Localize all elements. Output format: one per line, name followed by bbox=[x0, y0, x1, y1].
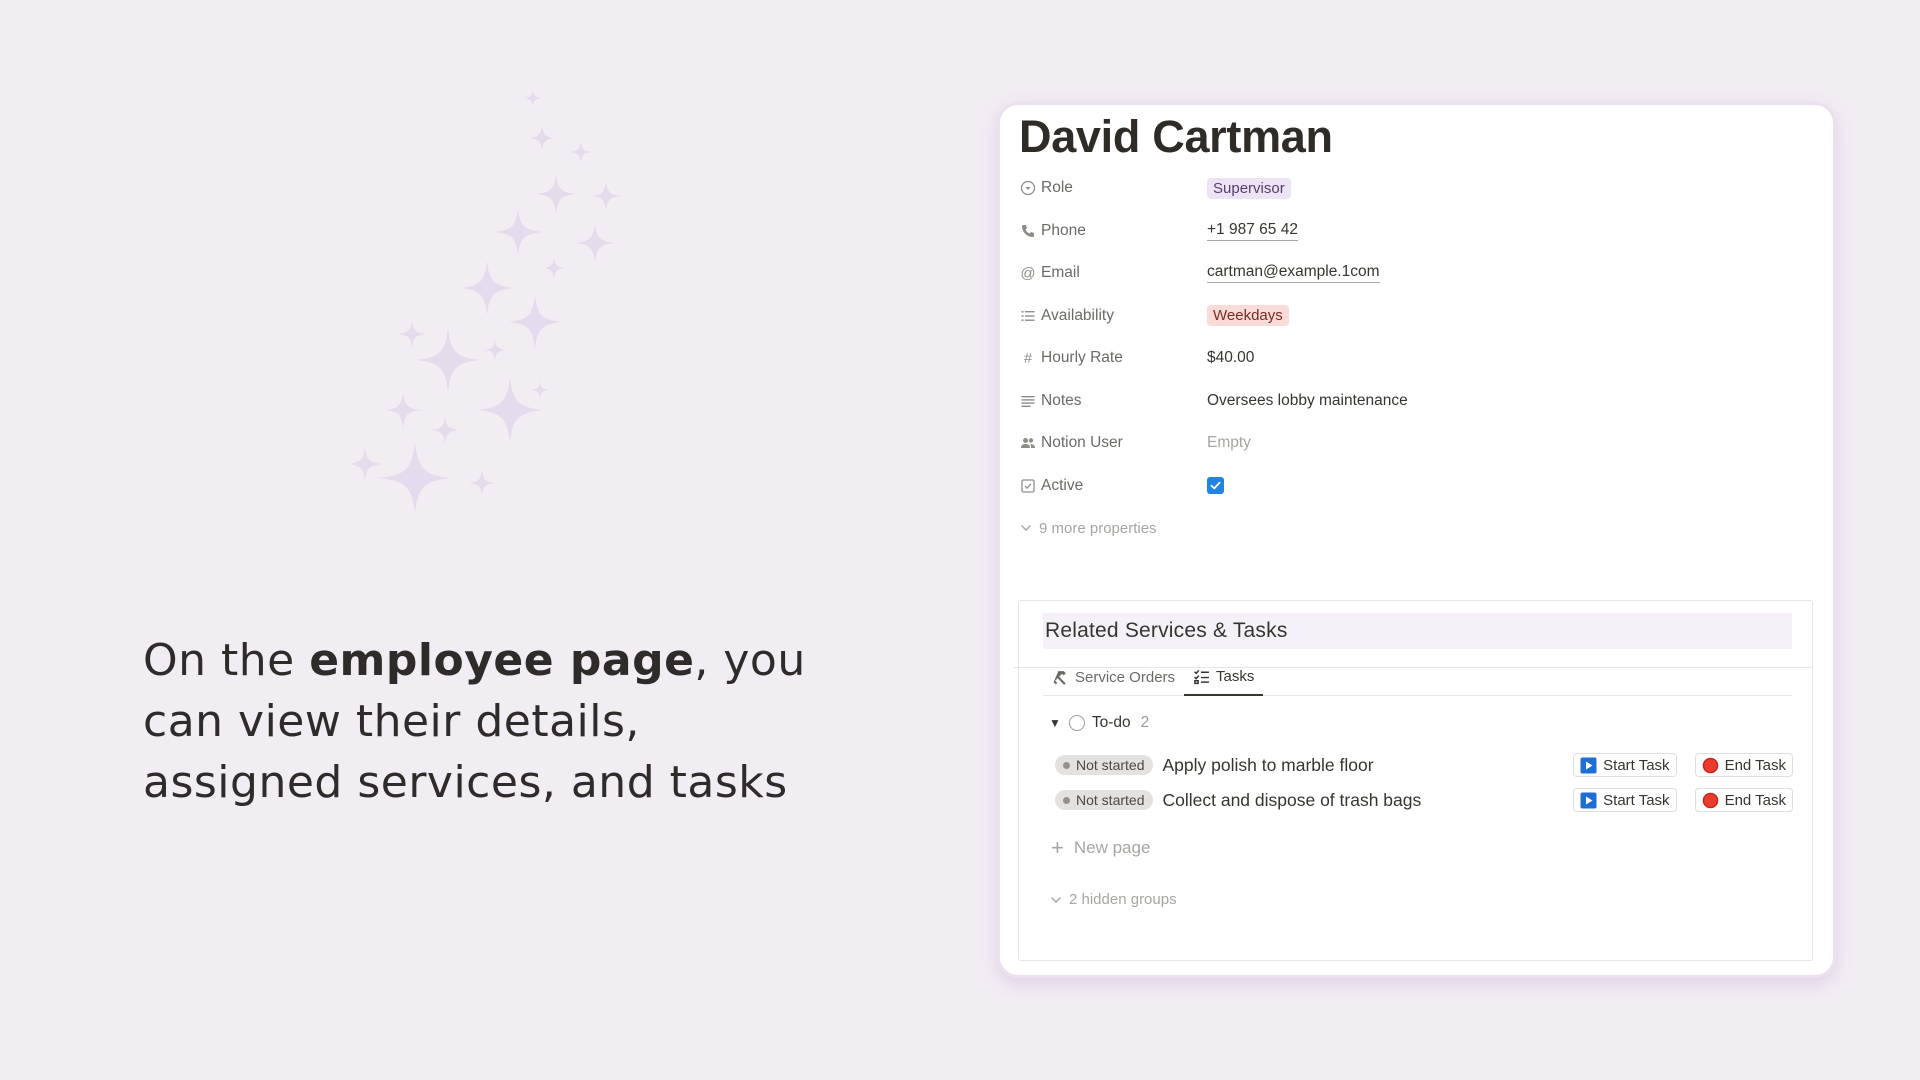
notion-user-value[interactable]: Empty bbox=[1207, 434, 1251, 452]
property-email[interactable]: @ Email cartman@example.1com bbox=[1019, 252, 1819, 295]
list-icon bbox=[1019, 307, 1037, 325]
email-value[interactable]: cartman@example.1com bbox=[1207, 263, 1380, 284]
group-header-to-do[interactable]: ▼ To-do 2 bbox=[1049, 714, 1149, 732]
check-icon bbox=[1210, 482, 1221, 490]
hidden-groups-label: 2 hidden groups bbox=[1069, 891, 1177, 908]
task-title[interactable]: Apply polish to marble floor bbox=[1162, 755, 1555, 776]
property-notes[interactable]: Notes Oversees lobby maintenance bbox=[1019, 380, 1819, 423]
tab-label: Tasks bbox=[1216, 667, 1255, 685]
status-circle-icon bbox=[1068, 715, 1085, 731]
group-label: To-do bbox=[1091, 714, 1131, 731]
property-label: Hourly Rate bbox=[1041, 349, 1123, 367]
role-tag[interactable]: Supervisor bbox=[1207, 177, 1291, 199]
property-availability[interactable]: Availability Weekdays bbox=[1019, 295, 1819, 338]
play-icon bbox=[1580, 757, 1597, 774]
people-icon bbox=[1019, 434, 1037, 452]
phone-icon bbox=[1019, 222, 1037, 240]
task-title[interactable]: Collect and dispose of trash bags bbox=[1162, 790, 1555, 811]
start-task-label: Start Task bbox=[1603, 756, 1670, 774]
property-label: Availability bbox=[1041, 306, 1114, 324]
view-tabs: Service Orders Tasks bbox=[1043, 658, 1792, 696]
hash-icon: # bbox=[1023, 349, 1033, 367]
property-notion-user[interactable]: Notion User Empty bbox=[1019, 422, 1819, 465]
group-count: 2 bbox=[1140, 714, 1150, 731]
sparkles-decoration bbox=[340, 80, 640, 520]
property-label: Active bbox=[1041, 476, 1084, 494]
chevron-down-icon bbox=[1019, 521, 1033, 535]
tab-label: Service Orders bbox=[1075, 668, 1176, 686]
page-title[interactable]: David Cartman bbox=[1019, 111, 1333, 163]
status-label: Not started bbox=[1076, 792, 1145, 808]
property-label: Phone bbox=[1041, 221, 1086, 239]
role-icon bbox=[1019, 179, 1037, 197]
start-task-button[interactable]: Start Task bbox=[1573, 753, 1677, 777]
property-active[interactable]: Active bbox=[1019, 465, 1819, 508]
new-page-button[interactable]: + New page bbox=[1051, 837, 1150, 859]
property-hourly-rate[interactable]: # Hourly Rate $40.00 bbox=[1019, 337, 1819, 380]
checkbox-icon bbox=[1019, 477, 1037, 495]
red-circle-icon bbox=[1702, 757, 1719, 774]
end-task-button[interactable]: End Task bbox=[1694, 788, 1793, 812]
phone-value[interactable]: +1 987 65 42 bbox=[1207, 221, 1298, 241]
property-label: Notion User bbox=[1041, 434, 1123, 452]
status-dot-icon bbox=[1063, 761, 1070, 769]
property-role[interactable]: Role Supervisor bbox=[1019, 167, 1819, 210]
caption-before: On the bbox=[143, 635, 310, 686]
status-dot-icon bbox=[1063, 796, 1070, 804]
task-row[interactable]: Not started Apply polish to marble floor… bbox=[1055, 750, 1793, 780]
end-task-label: End Task bbox=[1724, 756, 1786, 774]
properties-list: Role Supervisor Phone +1 987 65 42 @ Ema… bbox=[1019, 167, 1819, 550]
property-label: Role bbox=[1041, 179, 1073, 197]
status-badge[interactable]: Not started bbox=[1055, 790, 1154, 810]
text-lines-icon bbox=[1019, 392, 1037, 410]
related-linked-view: Related Services & Tasks Service Orders … bbox=[1018, 600, 1813, 961]
red-circle-icon bbox=[1702, 792, 1719, 809]
property-phone[interactable]: Phone +1 987 65 42 bbox=[1019, 210, 1819, 253]
tab-tasks[interactable]: Tasks bbox=[1184, 658, 1264, 696]
caption-text: On the employee page, you can view their… bbox=[143, 630, 843, 813]
chevron-down-icon bbox=[1049, 893, 1063, 907]
notes-value[interactable]: Oversees lobby maintenance bbox=[1207, 392, 1408, 410]
status-label: Not started bbox=[1076, 757, 1145, 773]
hourly-rate-value[interactable]: $40.00 bbox=[1207, 349, 1254, 367]
hidden-groups-toggle[interactable]: 2 hidden groups bbox=[1049, 891, 1177, 908]
end-task-button[interactable]: End Task bbox=[1694, 753, 1793, 777]
checklist-icon bbox=[1193, 668, 1210, 685]
end-task-label: End Task bbox=[1724, 791, 1786, 809]
toggle-triangle-icon[interactable]: ▼ bbox=[1049, 716, 1061, 730]
hammer-icon bbox=[1052, 669, 1069, 686]
caption-bold: employee page bbox=[309, 635, 695, 686]
play-icon bbox=[1580, 792, 1597, 809]
active-checkbox[interactable] bbox=[1207, 477, 1224, 495]
more-properties-toggle[interactable]: 9 more properties bbox=[1019, 507, 1819, 550]
at-icon: @ bbox=[1020, 264, 1036, 282]
tab-service-orders[interactable]: Service Orders bbox=[1043, 658, 1184, 696]
new-page-label: New page bbox=[1073, 838, 1151, 857]
sparkles-icon bbox=[348, 89, 621, 514]
plus-icon: + bbox=[1051, 835, 1064, 860]
property-label: Notes bbox=[1041, 391, 1082, 409]
start-task-button[interactable]: Start Task bbox=[1573, 788, 1677, 812]
task-row[interactable]: Not started Collect and dispose of trash… bbox=[1055, 785, 1793, 815]
status-badge[interactable]: Not started bbox=[1055, 755, 1154, 775]
start-task-label: Start Task bbox=[1603, 791, 1670, 809]
property-label: Email bbox=[1041, 264, 1080, 282]
more-properties-label: 9 more properties bbox=[1039, 519, 1157, 537]
related-title[interactable]: Related Services & Tasks bbox=[1043, 613, 1792, 649]
availability-tag[interactable]: Weekdays bbox=[1207, 305, 1289, 327]
employee-page-card: David Cartman Role Supervisor Phone +1 9… bbox=[1000, 105, 1833, 975]
